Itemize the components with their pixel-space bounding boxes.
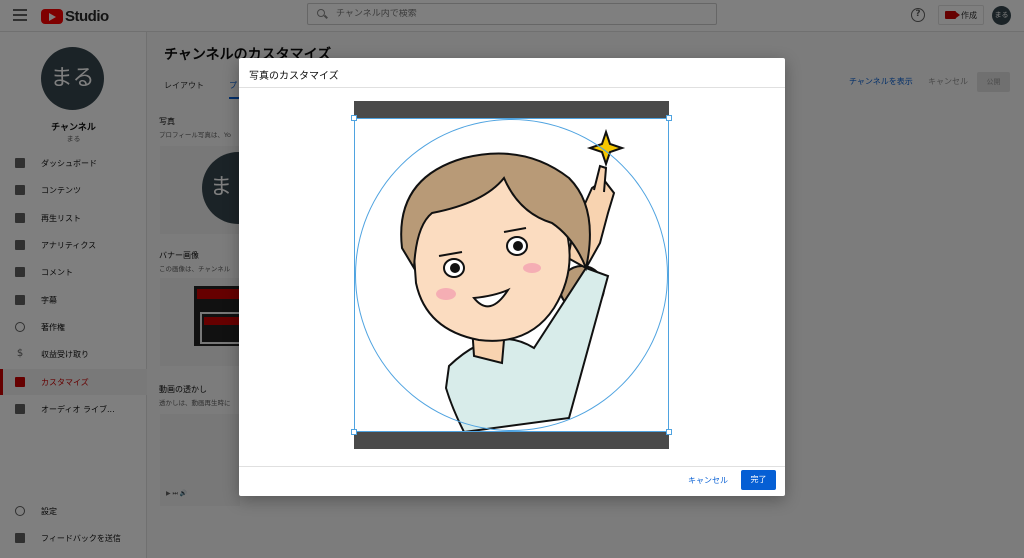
crop-circle-guide	[355, 119, 668, 431]
dialog-title: 写真のカスタマイズ	[249, 71, 339, 82]
crop-selection[interactable]	[354, 118, 669, 432]
cancel-button[interactable]: キャンセル	[688, 471, 728, 491]
divider	[239, 466, 785, 467]
crop-handle-top-left[interactable]	[351, 115, 357, 121]
crop-handle-bottom-left[interactable]	[351, 429, 357, 435]
divider	[239, 87, 785, 88]
customize-photo-dialog: 写真のカスタマイズ キャンセル 完了	[239, 58, 785, 496]
done-button[interactable]: 完了	[741, 470, 776, 490]
crop-handle-top-right[interactable]	[666, 115, 672, 121]
crop-handle-bottom-right[interactable]	[666, 429, 672, 435]
